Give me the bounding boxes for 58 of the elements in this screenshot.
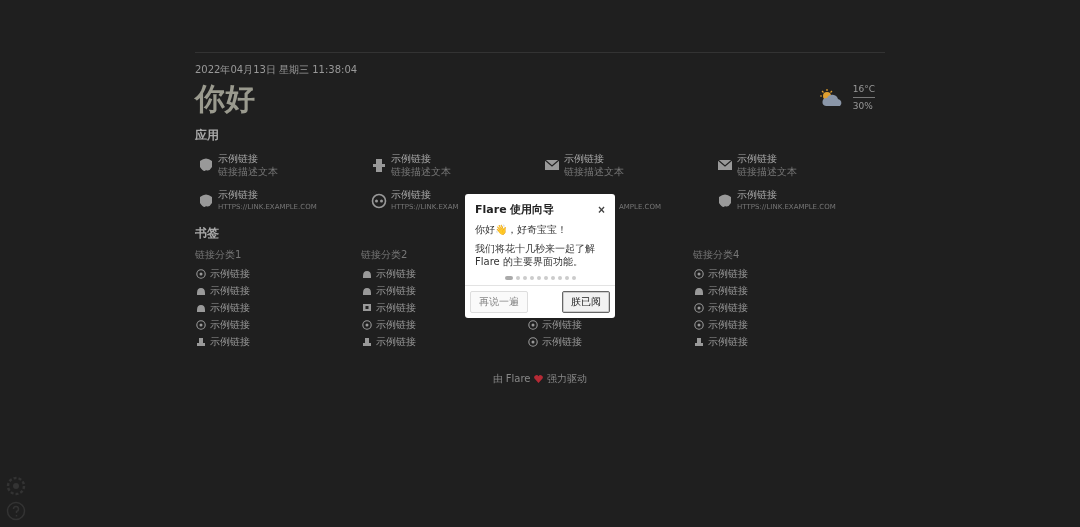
app-link[interactable]: 示例链接 <box>218 152 278 165</box>
bookmark-link[interactable]: 示例链接 <box>542 334 582 349</box>
bookmark-link[interactable]: 示例链接 <box>542 317 582 332</box>
bookmark-link[interactable]: 示例链接 <box>708 317 748 332</box>
mail-icon <box>544 157 560 173</box>
step-dot[interactable] <box>571 276 576 280</box>
step-dot[interactable] <box>522 276 527 280</box>
bookmark-link[interactable]: 示例链接 <box>376 283 416 298</box>
app-link[interactable]: 示例链接 <box>391 152 451 165</box>
confirm-button[interactable]: 朕已阅 <box>562 291 610 313</box>
heart-icon <box>534 375 544 383</box>
section-title: 书签 <box>195 225 219 242</box>
bookmark-link[interactable]: 示例链接 <box>376 300 416 315</box>
temperature: 16°C <box>852 84 875 94</box>
bookmark-link[interactable]: 示例链接 <box>210 300 250 315</box>
bookmark-link[interactable]: 示例链接 <box>376 266 416 281</box>
bookmark-link[interactable]: 示例链接 <box>708 300 748 315</box>
footer-text: 强力驱动 <box>547 372 588 386</box>
step-dot[interactable] <box>550 276 555 280</box>
bookmark-link[interactable]: 示例链接 <box>376 334 416 349</box>
bookmark-link[interactable]: 示例链接 <box>376 317 416 332</box>
app-link[interactable]: 示例链接 <box>737 152 797 165</box>
step-dot[interactable] <box>557 276 562 280</box>
link-description: 链接描述文本 <box>391 165 451 178</box>
dots-circle-icon <box>371 193 387 209</box>
humidity: 30% <box>852 97 875 111</box>
link-description: 链接描述文本 <box>564 165 624 178</box>
link-description: 链接描述文本 <box>218 165 278 178</box>
category-title: 链接分类1 <box>195 248 242 261</box>
step-dot[interactable] <box>543 276 548 280</box>
picture-frame-icon <box>362 302 372 313</box>
step-dot[interactable] <box>529 276 534 280</box>
step-dot[interactable] <box>515 276 520 280</box>
link-description: 链接描述文本 <box>737 165 797 178</box>
category-title: 链接分类2 <box>361 248 408 261</box>
dialog-text: 你好👋，好奇宝宝！ <box>474 223 568 236</box>
category-title: 链接分类4 <box>693 248 740 261</box>
bookmark-link[interactable]: 示例链接 <box>708 283 748 298</box>
dialog-title: Flare 使用向导 <box>475 202 555 217</box>
bookmark-link[interactable]: 示例链接 <box>708 334 748 349</box>
step-dot[interactable] <box>564 276 569 280</box>
date-time: 2022年04月13日 星期三 11:38:04 <box>195 64 358 76</box>
bookmark-link[interactable]: 示例链接 <box>708 266 748 281</box>
app-link[interactable]: 示例链接 <box>391 188 459 201</box>
step-pill[interactable] <box>504 276 513 280</box>
bookmark-link[interactable]: 示例链接 <box>210 283 250 298</box>
footer-text: 由 Flare <box>492 372 531 386</box>
app-link[interactable]: 示例链接 <box>218 188 317 201</box>
app-link[interactable]: 示例链接 <box>564 152 624 165</box>
close-button[interactable]: × <box>598 203 605 216</box>
app-link[interactable]: 示例链接 <box>737 188 836 201</box>
bookmark-link[interactable]: 示例链接 <box>210 266 250 281</box>
step-dot[interactable] <box>536 276 541 280</box>
greeting: 你好 <box>195 80 256 118</box>
section-title: 应用 <box>195 127 219 144</box>
bookmark-link[interactable]: 示例链接 <box>210 317 250 332</box>
bookmark-link[interactable]: 示例链接 <box>210 334 250 349</box>
dialog-text: 我们将花十几秒来一起了解 Flare 的主要界面功能。 <box>474 242 596 268</box>
